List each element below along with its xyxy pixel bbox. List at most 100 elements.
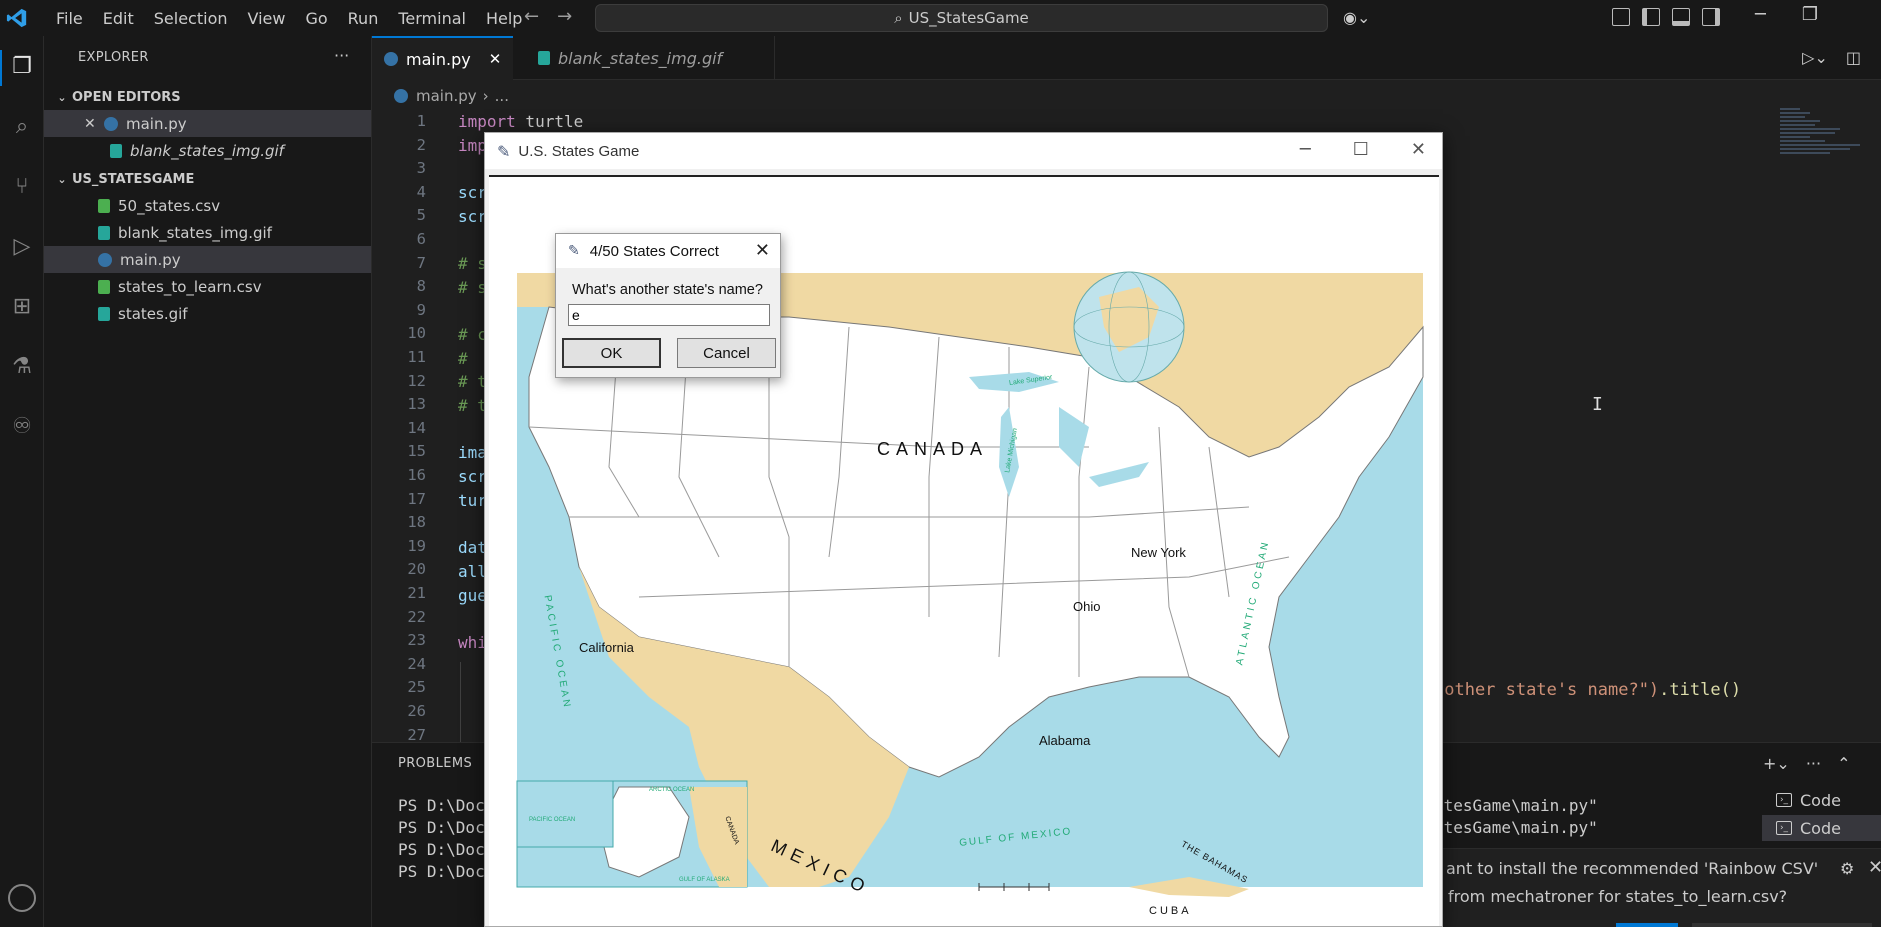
line-number: 9 [416,300,426,319]
customize-layout-icon[interactable] [1612,8,1630,26]
toggle-sidebar-icon[interactable] [1642,8,1660,26]
state-name-input[interactable]: e [568,304,770,326]
explorer-sidebar: EXPLORER ··· ⌄ OPEN EDITORS ✕ main.py bl… [44,36,372,927]
tab-main-py[interactable]: main.py ✕ [372,36,514,80]
file-label: blank_states_img.gif [118,223,272,242]
tab-blank-states-img[interactable]: blank_states_img.gif [526,36,776,80]
maximize-icon[interactable]: ☐ [1353,139,1369,160]
back-arrow-icon[interactable]: ← [524,6,539,27]
line-number: 21 [407,584,426,602]
explorer-icon[interactable]: ❐ [8,52,36,80]
account-icon[interactable] [8,884,36,912]
open-editors-section[interactable]: ⌄ OPEN EDITORS [44,86,371,108]
command-center-search[interactable]: ⌕ US_StatesGame [595,4,1328,32]
breadcrumb-file[interactable]: main.py [416,87,477,105]
code-line-23: whi [458,633,487,652]
line-number: 7 [416,253,426,272]
file-blank-states-img-gif[interactable]: blank_states_img.gif [44,219,371,246]
menu-selection[interactable]: Selection [144,9,238,28]
file-50-states-csv[interactable]: 50_states.csv [44,192,371,219]
line-number: 14 [407,418,426,437]
tab-label: blank_states_img.gif [558,48,723,68]
file-states-gif[interactable]: states.gif [44,300,371,327]
chevron-right-icon: › [482,87,489,105]
line-number: 19 [407,536,426,555]
line-number: 24 [407,654,426,673]
menu-edit[interactable]: Edit [93,9,144,28]
maximize-panel-icon[interactable]: ⌃ [1837,754,1850,773]
tab-problems[interactable]: PROBLEMS [398,756,472,771]
close-icon[interactable]: ✕ [1868,857,1881,878]
python-file-icon [394,89,408,103]
testing-icon[interactable]: ⚗ [8,352,36,380]
menu-go[interactable]: Go [295,9,337,28]
close-icon[interactable]: ✕ [489,50,502,68]
map-label-canada: CANADA [877,439,989,459]
open-editor-main-py[interactable]: ✕ main.py [44,110,371,137]
source-control-icon[interactable]: ⑂ [8,172,36,200]
folder-section[interactable]: ⌄ US_STATESGAME [44,168,371,190]
code-line-2: imp [458,136,487,155]
forward-arrow-icon[interactable]: → [557,6,572,27]
file-label: main.py [120,250,181,269]
dialog-prompt: What's another state's name? [572,282,763,298]
code-line-7: # s [458,254,487,273]
ok-button[interactable]: OK [562,338,661,368]
terminal-list-item[interactable]: ›_ Code [1762,815,1881,841]
more-actions-icon[interactable]: ··· [1806,754,1821,773]
line-number: 17 [407,489,426,508]
line-number: 26 [407,702,426,720]
more-actions-icon[interactable]: ··· [334,46,349,65]
line-number: 13 [407,395,426,414]
state-label-california: California [579,640,634,655]
menu-terminal[interactable]: Terminal [388,9,476,28]
close-icon[interactable]: ✕ [755,240,770,261]
new-terminal-icon[interactable]: +⌄ [1763,754,1790,773]
line-number: 16 [407,466,426,484]
extensions-icon[interactable]: ⊞ [8,292,36,320]
state-label-alabama: Alabama [1039,733,1091,748]
python-icon[interactable]: ♾ [8,412,36,440]
map-label-arctic: ARCTIC OCEAN [649,787,695,793]
text-cursor-icon: I [1592,394,1603,415]
terminal-line: atesGame\main.py" [1434,818,1598,837]
open-editor-blank-states-img[interactable]: blank_states_img.gif [44,137,371,164]
minimize-icon[interactable]: ─ [1300,139,1311,160]
menu-file[interactable]: File [46,9,93,28]
breadcrumb-symbol[interactable]: ... [495,87,509,105]
command-center-text: US_StatesGame [908,9,1029,27]
terminal-list-item[interactable]: ›_ Code [1762,787,1881,813]
state-label-new-york: New York [1131,545,1186,560]
line-number: 20 [407,560,426,579]
install-button[interactable] [1616,923,1678,927]
gear-icon[interactable]: ⚙ [1840,859,1854,878]
show-recommendations-button[interactable] [1692,923,1872,927]
title-bar: File Edit Selection View Go Run Terminal… [0,0,1881,36]
restore-icon[interactable]: ❐ [1802,4,1818,25]
minimap[interactable] [1780,108,1880,208]
menu-view[interactable]: View [238,9,296,28]
file-states-to-learn-csv[interactable]: states_to_learn.csv [44,273,371,300]
run-icon[interactable]: ▷⌄ [1802,48,1828,67]
minimize-icon[interactable]: ─ [1755,4,1766,25]
close-icon[interactable]: ✕ [84,116,98,132]
image-file-icon [110,143,122,158]
run-debug-icon[interactable]: ▷ [8,232,36,260]
copilot-icon[interactable]: ◉⌄ [1343,8,1370,27]
file-main-py[interactable]: main.py [44,246,371,273]
terminal-line: PS D:\Docu [398,796,495,815]
line-number: 12 [407,371,426,390]
toggle-panel-icon[interactable] [1672,8,1690,26]
line-number: 4 [416,182,426,201]
toggle-secondary-sidebar-icon[interactable] [1702,8,1720,26]
vscode-logo-icon [6,8,27,28]
file-label: states.gif [118,304,188,323]
close-icon[interactable]: ✕ [1411,139,1426,160]
cancel-button[interactable]: Cancel [677,338,776,368]
notification-source: from mechatroner for states_to_learn.csv… [1448,887,1788,906]
code-line-17: tur [458,491,487,510]
menu-run[interactable]: Run [338,9,389,28]
split-editor-icon[interactable]: ◫ [1846,48,1861,67]
search-icon[interactable]: ⌕ [8,112,36,140]
code-line-11: # [458,349,468,368]
